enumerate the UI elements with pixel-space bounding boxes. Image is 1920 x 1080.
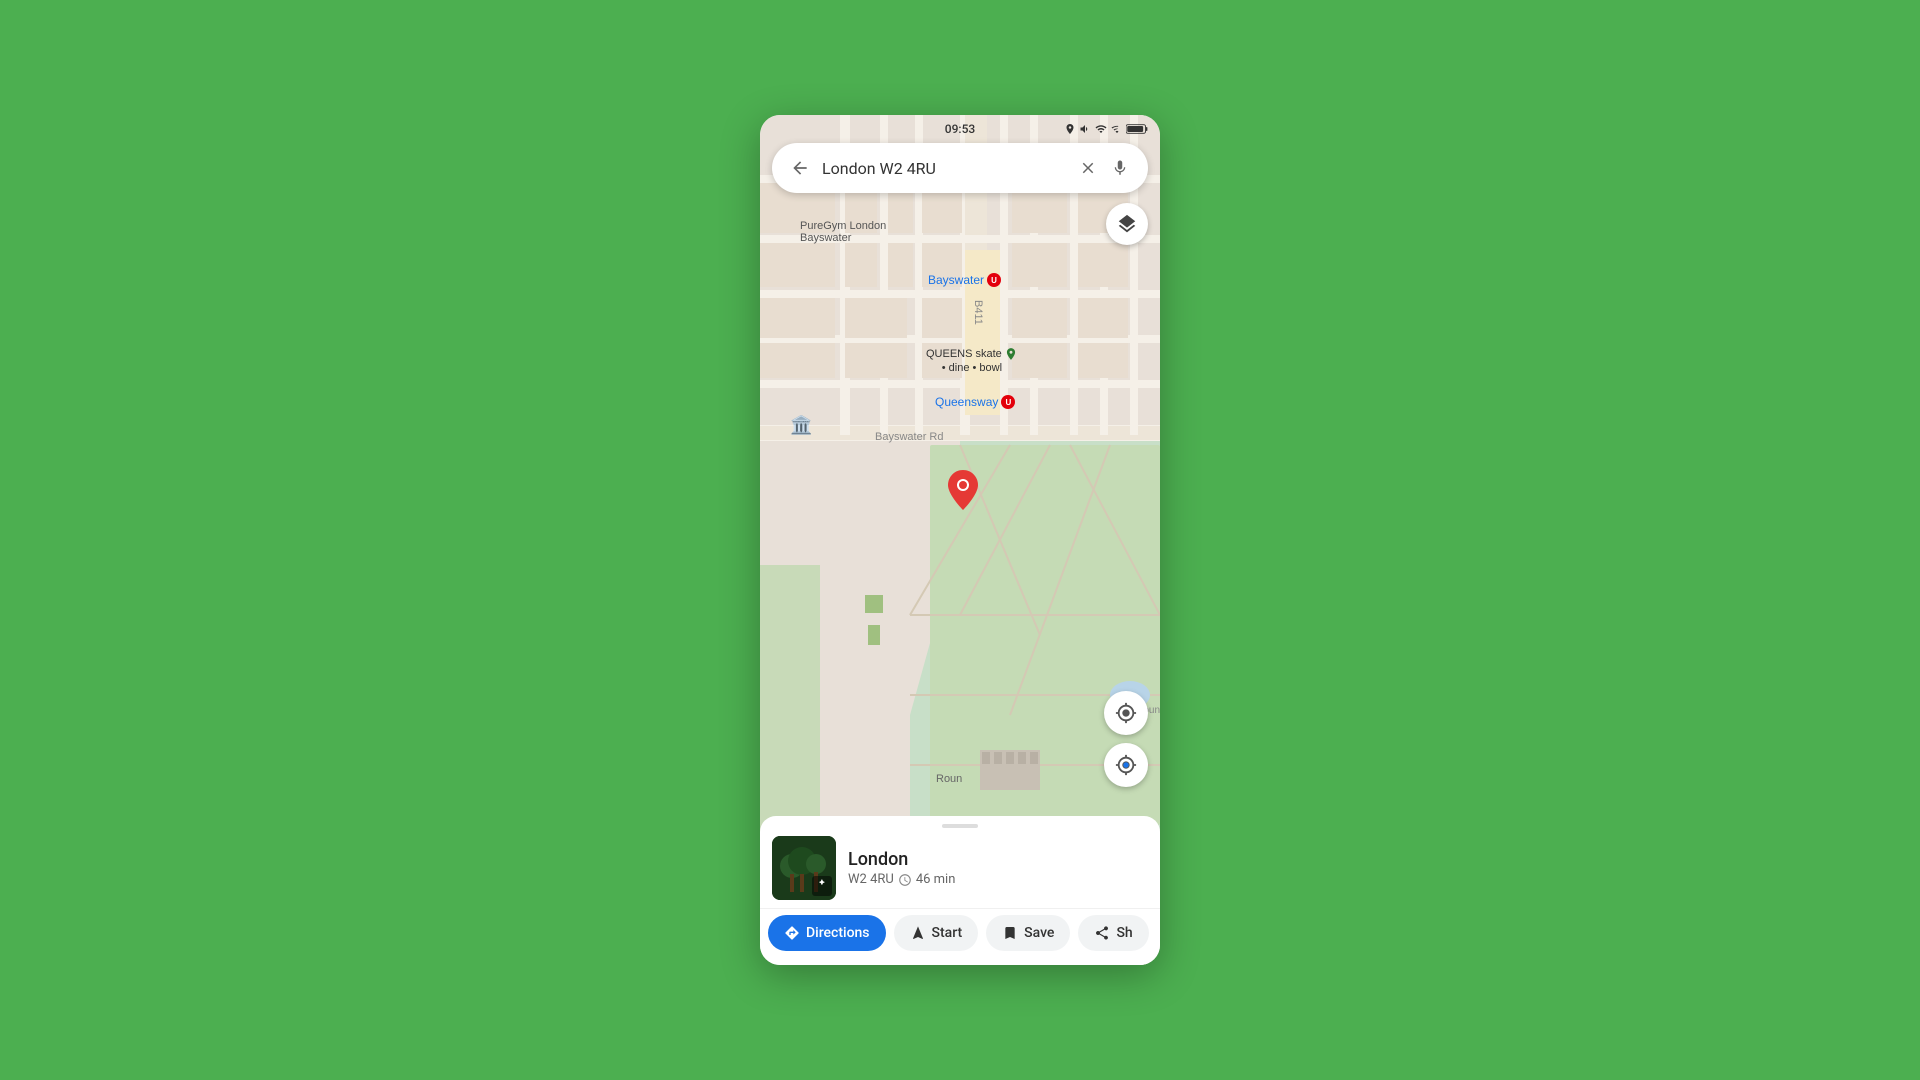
address-text: W2 4RU (848, 872, 894, 887)
action-buttons: Directions Start Save Sh (760, 908, 1160, 957)
bayswater-label[interactable]: Bayswater U (928, 273, 1001, 287)
search-bar[interactable]: London W2 4RU (772, 143, 1148, 193)
streetview-icon (812, 876, 832, 896)
place-info: London W2 4RU 46 min (848, 849, 1148, 888)
queens-skate-text: QUEENS skate (926, 347, 1002, 361)
back-arrow-icon (790, 158, 810, 178)
location-status-icon (1064, 123, 1076, 135)
panel-handle (942, 824, 978, 828)
tube-icon-queensway: U (1001, 395, 1015, 409)
directions-button[interactable]: Directions (768, 915, 886, 951)
share-icon (1094, 925, 1110, 941)
place-marker-icon (1004, 347, 1018, 361)
share-button[interactable]: Sh (1078, 915, 1148, 951)
streetview-svg (815, 879, 829, 893)
kensington-palace-label[interactable]: Roun (936, 773, 962, 785)
bayswater-text: Bayswater (928, 273, 984, 287)
tube-icon-bayswater: U (987, 273, 1001, 287)
start-label: Start (932, 925, 963, 941)
place-thumbnail[interactable] (772, 836, 836, 900)
search-query-text: London W2 4RU (822, 159, 1074, 178)
mic-icon (1111, 159, 1129, 177)
map-pin[interactable] (948, 470, 978, 514)
volume-status-icon (1079, 123, 1091, 135)
clock-icon (898, 873, 912, 887)
queens-dine-text: • dine • bowl (926, 361, 1018, 375)
search-mic-button[interactable] (1106, 154, 1134, 182)
museum-icon: 🏛️ (790, 415, 812, 436)
focus-location-icon (1115, 702, 1137, 724)
directions-label: Directions (806, 925, 870, 941)
bayswater-rd-label: Bayswater Rd (875, 431, 943, 443)
queensway-text: Queensway (935, 395, 998, 409)
layers-button[interactable] (1106, 203, 1148, 245)
battery-status-icon (1126, 123, 1148, 135)
gym-label: PureGym LondonBayswater (800, 220, 886, 244)
share-label: Sh (1116, 925, 1132, 941)
my-location-button[interactable] (1104, 743, 1148, 787)
panel-content: London W2 4RU 46 min (760, 832, 1160, 908)
start-icon (910, 925, 926, 941)
place-name: London (848, 849, 1148, 871)
place-address: W2 4RU 46 min (848, 872, 1148, 887)
layers-icon (1116, 213, 1138, 235)
search-clear-button[interactable] (1074, 154, 1102, 182)
phone-container: PureGym LondonBayswater Bayswater U B411… (760, 115, 1160, 965)
save-icon (1002, 925, 1018, 941)
queens-skate-label[interactable]: QUEENS skate • dine • bowl (926, 347, 1018, 376)
wifi-status-icon (1094, 123, 1108, 135)
status-icons (1064, 123, 1148, 135)
status-bar: 09:53 (760, 115, 1160, 143)
start-button[interactable]: Start (894, 915, 979, 951)
save-button[interactable]: Save (986, 915, 1070, 951)
b411-label: B411 (972, 300, 984, 325)
status-time: 09:53 (945, 122, 975, 136)
directions-icon (784, 925, 800, 941)
save-label: Save (1024, 925, 1054, 941)
my-location-icon (1115, 754, 1137, 776)
focus-location-button[interactable] (1104, 691, 1148, 735)
distance-text: 46 min (916, 872, 956, 887)
signal-status-icon (1111, 123, 1123, 135)
bottom-panel: London W2 4RU 46 min Directions (760, 816, 1160, 965)
clear-icon (1079, 159, 1097, 177)
search-back-button[interactable] (786, 154, 814, 182)
queensway-label[interactable]: Queensway U (935, 395, 1015, 409)
